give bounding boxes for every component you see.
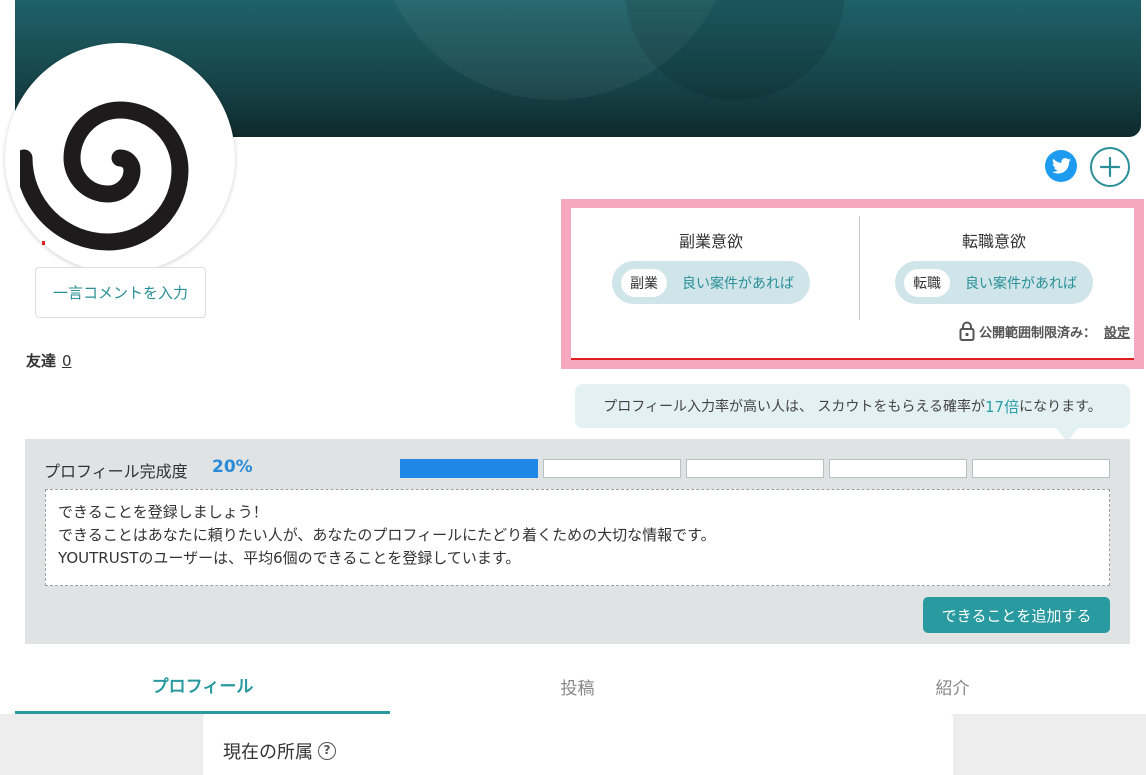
job-change-pill[interactable]: 転職 良い案件があれば <box>895 261 1093 304</box>
spiral-avatar-image <box>20 101 189 251</box>
profile-tip-tooltip: プロフィール入力率が高い人は、 スカウトをもらえる確率が 17倍 になります。 <box>575 384 1130 428</box>
section-title: 現在の所属 <box>223 742 313 763</box>
comment-input-button[interactable]: 一言コメントを入力 <box>35 267 206 318</box>
avatar-marker <box>42 241 45 245</box>
add-button[interactable] <box>1090 147 1130 187</box>
tooltip-highlight: 17倍 <box>985 397 1020 416</box>
current-affiliation-card: 現在の所属 ? <box>203 714 953 775</box>
side-job-tag: 副業 <box>621 268 667 297</box>
friends-count[interactable]: 友達 0 <box>26 350 72 371</box>
privacy-status: 公開範囲制限済み： 設定 <box>959 321 1130 341</box>
profile-completion-panel: プロフィール完成度 20% できることを登録しましょう！ できることはあなたに頼… <box>25 439 1130 644</box>
tab-profile[interactable]: プロフィール <box>15 658 390 714</box>
progress-segment <box>686 459 824 478</box>
intent-panel: 副業意欲 副業 良い案件があれば 転職意欲 転職 良い案件があれば 公開範囲制限… <box>571 208 1134 360</box>
job-change-tag: 転職 <box>904 268 950 297</box>
privacy-label: 公開範囲制限済み： <box>978 325 1096 341</box>
tip-line: YOUTRUSTのユーザーは、平均6個のできることを登録しています。 <box>58 549 521 567</box>
side-job-pill[interactable]: 副業 良い案件があれば <box>612 261 810 304</box>
job-change-intent: 転職意欲 転職 良い案件があれば <box>854 208 1134 318</box>
friends-count-link[interactable]: 0 <box>62 352 72 370</box>
completion-percent: 20% <box>212 457 253 477</box>
progress-segment <box>543 459 681 478</box>
intent-highlight-frame: 副業意欲 副業 良い案件があれば 転職意欲 転職 良い案件があれば 公開範囲制限… <box>561 199 1144 369</box>
tip-line: できることはあなたに頼りたい人が、あなたのプロフィールにたどり着くための大切な情… <box>58 526 716 544</box>
tip-line: できることを登録しましょう！ <box>58 503 268 521</box>
help-icon[interactable]: ? <box>318 742 336 760</box>
side-job-title: 副業意欲 <box>678 232 743 251</box>
side-job-intent: 副業意欲 副業 良い案件があれば <box>571 208 851 318</box>
tab-introductions[interactable]: 紹介 <box>765 658 1140 714</box>
tooltip-prefix: プロフィール入力率が高い人は、 スカウトをもらえる確率が <box>603 399 986 415</box>
tab-posts[interactable]: 投稿 <box>390 658 765 714</box>
job-change-title: 転職意欲 <box>961 232 1026 251</box>
skills-tip-box: できることを登録しましょう！ できることはあなたに頼りたい人が、あなたのプロフィ… <box>45 489 1110 586</box>
profile-page: 一言コメントを入力 友達 0 副業意欲 副業 良い案件があれば 転職意欲 転職 … <box>0 0 1146 775</box>
side-job-value: 良い案件があれば <box>682 275 794 292</box>
friends-label: 友達 <box>26 352 57 370</box>
progress-segment <box>400 459 538 478</box>
current-affiliation-title: 現在の所属 ? <box>223 738 336 764</box>
job-change-value: 良い案件があれば <box>965 275 1077 292</box>
profile-tabs: プロフィール 投稿 紹介 <box>15 658 1141 714</box>
twitter-bird-icon <box>1051 158 1071 174</box>
progress-segment <box>829 459 967 478</box>
progress-segment <box>972 459 1110 478</box>
plus-icon <box>1099 156 1121 178</box>
lock-icon <box>959 321 975 341</box>
add-skill-button[interactable]: できることを追加する <box>923 597 1110 633</box>
avatar[interactable] <box>5 43 235 273</box>
completion-label: プロフィール完成度 <box>44 462 188 481</box>
twitter-button[interactable] <box>1045 150 1077 182</box>
tooltip-suffix: になります。 <box>1019 399 1102 415</box>
privacy-settings-link[interactable]: 設定 <box>1104 322 1130 341</box>
